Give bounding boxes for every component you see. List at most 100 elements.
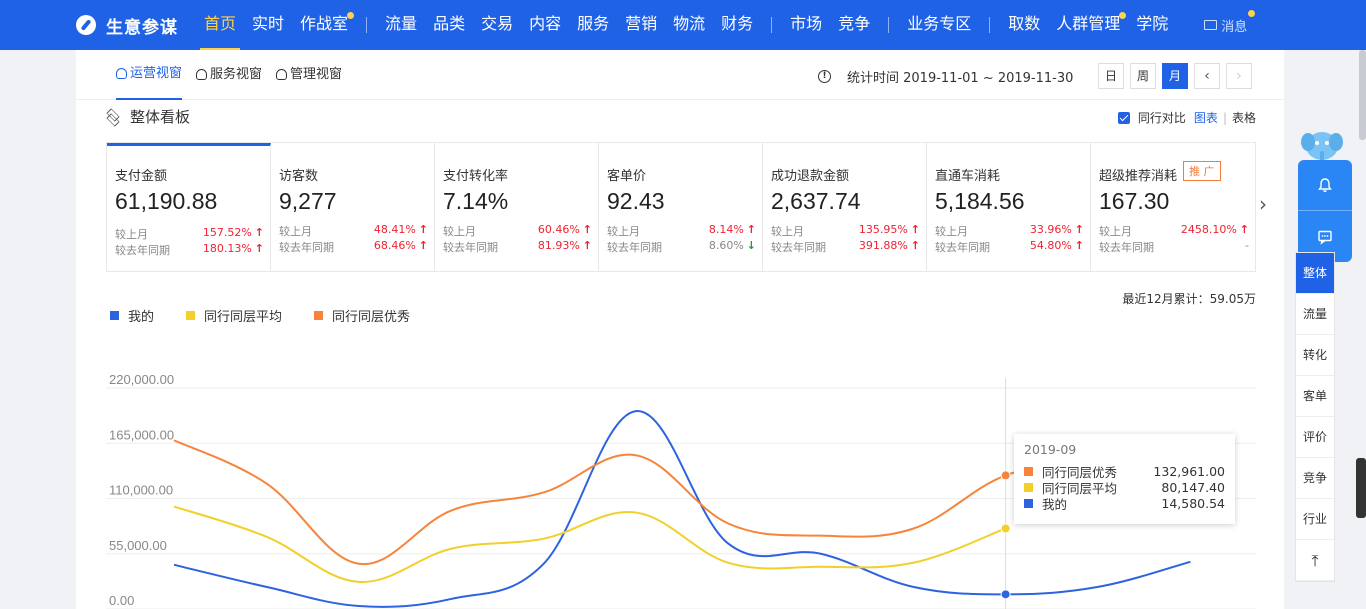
nav-item-marketing[interactable]: 营销 — [621, 0, 661, 50]
side-tab[interactable]: 整体 — [1296, 253, 1334, 294]
compare-checkbox[interactable] — [1117, 111, 1130, 124]
legend-swatch — [314, 311, 324, 320]
nav-item-label: 作战室 — [300, 14, 349, 33]
scrollbar-thumb[interactable] — [1359, 50, 1366, 140]
nav-item-competition[interactable]: 竞争 — [834, 0, 874, 50]
nav-item-traffic[interactable]: 流量 — [381, 0, 421, 50]
tab-label: 服务视窗 — [210, 66, 263, 82]
side-tab[interactable]: 竞争 — [1296, 458, 1334, 499]
side-tab[interactable]: 转化 — [1296, 335, 1334, 376]
metric-label: 直通车消耗 — [935, 169, 1001, 184]
nav-item-realtime[interactable]: 实时 — [248, 0, 288, 50]
metric-label: 支付转化率 — [443, 169, 509, 184]
nav-divider — [771, 17, 773, 33]
back-to-top-icon[interactable]: ⤒ — [1296, 540, 1334, 581]
tab-management[interactable]: 管理视窗 — [276, 50, 342, 100]
nav-item-audience[interactable]: 人群管理 — [1052, 0, 1127, 50]
metric-value: 5,184.56 — [935, 188, 1025, 214]
stat-time: ! 统计时间 2019-11-01 ~ 2019-11-30 — [818, 67, 1073, 86]
metric-card[interactable]: 客单价 92.43 较上月 8.14% ↑ 较去年同期 8.60% ↓ — [599, 143, 763, 271]
arrow-up-icon: ↑ — [418, 223, 428, 236]
metric-card[interactable]: 成功退款金额 2,637.74 较上月 135.95% ↑ 较去年同期 391.88% ↑ — [763, 143, 927, 271]
arrow-down-icon: ↓ — [746, 239, 756, 252]
series-line[interactable] — [173, 505, 1006, 583]
tab-operations[interactable]: 运营视窗 — [116, 50, 183, 100]
nav-item-category[interactable]: 品类 — [429, 0, 469, 50]
nav-divider — [888, 17, 890, 33]
data-point[interactable] — [1000, 470, 1011, 481]
compare-label: 较上月 — [443, 225, 476, 238]
y-tick-label: 220,000.00 — [109, 372, 174, 387]
chart-tooltip: 2019-09 同行同层优秀 132,961.00 同行同层平均 80,147.40 我… — [1014, 434, 1235, 524]
nav-item-market[interactable]: 市场 — [786, 0, 826, 50]
view-chart-toggle[interactable]: 图表 — [1194, 109, 1218, 126]
metric-compare-row: 较上月 157.52% ↑ — [115, 226, 264, 242]
compare-percent: 180.13% — [202, 242, 252, 255]
elephant-mascot-icon[interactable] — [1300, 124, 1344, 164]
side-tab[interactable]: 行业 — [1296, 499, 1334, 540]
nav-item-warroom[interactable]: 作战室 — [296, 0, 355, 50]
promo-badge[interactable]: 推 广 — [1183, 161, 1221, 181]
arrow-up-icon: ↑ — [582, 239, 592, 252]
y-tick-label: 0.00 — [109, 593, 134, 608]
metric-card[interactable]: 访客数 9,277 较上月 48.41% ↑ 较去年同期 68.46% ↑ — [271, 143, 435, 271]
sub-nav: 运营视窗 服务视窗 管理视窗 ! 统计时间 2019-11-01 ~ 2019-… — [76, 50, 1284, 100]
metric-value: 92.43 — [607, 188, 665, 214]
layers-icon — [106, 110, 120, 124]
metric-card[interactable]: 支付转化率 7.14% 较上月 60.46% ↑ 较去年同期 81.93% ↑ — [435, 143, 599, 271]
main-card: 运营视窗 服务视窗 管理视窗 ! 统计时间 2019-11-01 ~ 2019-… — [76, 50, 1284, 609]
period-month-button[interactable]: 月 — [1162, 63, 1188, 89]
nav-item-label: 人群管理 — [1056, 14, 1121, 33]
nav-item-academy[interactable]: 学院 — [1132, 0, 1172, 50]
metric-compare-row: 较去年同期 68.46% ↑ — [279, 239, 428, 255]
compare-value: - — [1245, 239, 1249, 255]
info-icon[interactable]: ! — [818, 70, 831, 83]
chevron-right-icon[interactable]: › — [1259, 192, 1267, 216]
nav-item-service[interactable]: 服务 — [573, 0, 613, 50]
brand-name: 生意参谋 — [106, 17, 178, 38]
period-selector: 日 周 月 ‹ › — [1098, 63, 1258, 89]
tooltip-swatch — [1024, 466, 1033, 476]
legend-swatch — [186, 311, 196, 320]
tooltip-value: 80,147.40 — [1161, 479, 1225, 495]
nav-item-business-zone[interactable]: 业务专区 — [903, 0, 975, 50]
nav-item-content[interactable]: 内容 — [525, 0, 565, 50]
edge-widget[interactable] — [1356, 458, 1366, 518]
nav-divider — [366, 17, 368, 33]
data-point[interactable] — [1000, 589, 1011, 600]
nav-divider — [989, 17, 991, 33]
y-tick-label: 165,000.00 — [109, 427, 174, 442]
bell-icon[interactable] — [1298, 160, 1352, 211]
arrow-up-icon: ↑ — [254, 226, 264, 239]
period-week-button[interactable]: 周 — [1130, 63, 1156, 89]
nav-item-home[interactable]: 首页 — [200, 0, 241, 50]
data-point[interactable] — [1000, 523, 1011, 534]
board-title-text: 整体看板 — [130, 108, 191, 126]
arrow-up-icon: ↑ — [910, 223, 920, 236]
side-tab[interactable]: 评价 — [1296, 417, 1334, 458]
y-tick-label: 110,000.00 — [109, 483, 173, 498]
metric-card[interactable]: 直通车消耗 5,184.56 较上月 33.96% ↑ 较去年同期 54.80% ↑ — [927, 143, 1091, 271]
nav-item-trade[interactable]: 交易 — [477, 0, 517, 50]
view-separator: | — [1222, 110, 1227, 125]
nav-item-finance[interactable]: 财务 — [717, 0, 757, 50]
view-table-toggle[interactable]: 表格 — [1232, 109, 1256, 126]
board-title: 整体看板 — [106, 106, 190, 127]
tab-service[interactable]: 服务视窗 — [196, 50, 262, 100]
tooltip-value: 14,580.54 — [1161, 495, 1225, 511]
metric-value: 167.30 — [1099, 188, 1170, 214]
nav-item-data-fetch[interactable]: 取数 — [1004, 0, 1044, 50]
metric-card[interactable]: 支付金额 61,190.88 较上月 157.52% ↑ 较去年同期 180.13% ↑ — [107, 143, 271, 271]
metric-card[interactable]: 超级推荐消耗 167.30 推 广较上月 2458.10% ↑ 较去年同期 - — [1091, 143, 1255, 271]
compare-percent: 54.80% — [1029, 239, 1072, 252]
side-tab[interactable]: 流量 — [1296, 294, 1334, 335]
side-tab[interactable]: 客单 — [1296, 376, 1334, 417]
nav-item-logistics[interactable]: 物流 — [669, 0, 709, 50]
next-period-button[interactable]: › — [1226, 63, 1252, 89]
messages-link[interactable]: 消息 — [1204, 9, 1256, 35]
metric-compare-row: 较上月 48.41% ↑ — [279, 223, 428, 239]
brand-logo[interactable]: 生意参谋 — [76, 0, 178, 50]
mail-icon — [1204, 20, 1218, 30]
prev-period-button[interactable]: ‹ — [1194, 63, 1220, 89]
period-day-button[interactable]: 日 — [1098, 63, 1124, 89]
